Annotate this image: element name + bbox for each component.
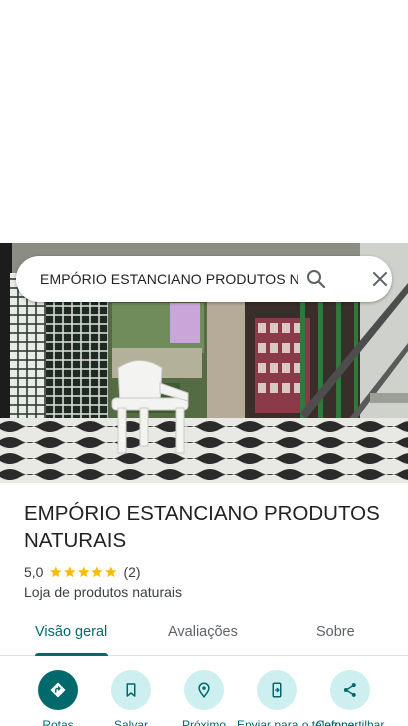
tab-about[interactable]: Sobre [316, 624, 355, 640]
star-icon [91, 566, 103, 578]
star-rating [49, 565, 117, 579]
search-icon[interactable] [304, 267, 328, 291]
search-bar[interactable]: EMPÓRIO ESTANCIANO PRODUTOS NATURAIS [16, 256, 392, 302]
close-icon[interactable] [368, 267, 392, 291]
directions-label: Rotas [42, 718, 74, 726]
star-icon [50, 566, 62, 578]
place-title: EMPÓRIO ESTANCIANO PRODUTOS NATURAIS [24, 502, 380, 552]
star-icon [104, 566, 117, 578]
star-icon [64, 566, 76, 578]
directions-button[interactable]: Rotas [18, 670, 98, 726]
map-blank-area [0, 0, 408, 243]
place-category[interactable]: Loja de produtos naturais [24, 584, 182, 600]
tab-active-indicator [35, 653, 108, 656]
nearby-button[interactable]: Próximo [164, 670, 244, 726]
review-count: (2) [123, 564, 141, 580]
place-tabs: Visão geral Avaliações Sobre [0, 614, 408, 656]
save-button[interactable]: Salvar [91, 670, 171, 726]
share-icon [330, 670, 370, 710]
nearby-label: Próximo [181, 718, 226, 726]
search-input[interactable]: EMPÓRIO ESTANCIANO PRODUTOS NATURAIS [40, 271, 298, 287]
rating-row[interactable]: 5,0 (2) [24, 563, 141, 581]
share-button[interactable]: Compartilhar [310, 670, 390, 726]
bookmark-icon [111, 670, 151, 710]
nearby-icon [184, 670, 224, 710]
share-label: Compartilhar [315, 718, 385, 726]
tab-overview[interactable]: Visão geral [35, 624, 107, 640]
star-icon [77, 566, 90, 578]
save-label: Salvar [113, 718, 148, 726]
action-buttons: Rotas Salvar Próximo Enviar para o telef… [0, 657, 408, 726]
send-to-phone-icon [257, 670, 297, 710]
send-to-phone-button[interactable]: Enviar para o telefone [237, 670, 355, 726]
rating-value: 5,0 [24, 564, 44, 580]
send-to-phone-label: Enviar para o telefone [237, 718, 355, 726]
directions-icon [38, 670, 78, 710]
tab-reviews[interactable]: Avaliações [168, 624, 238, 640]
